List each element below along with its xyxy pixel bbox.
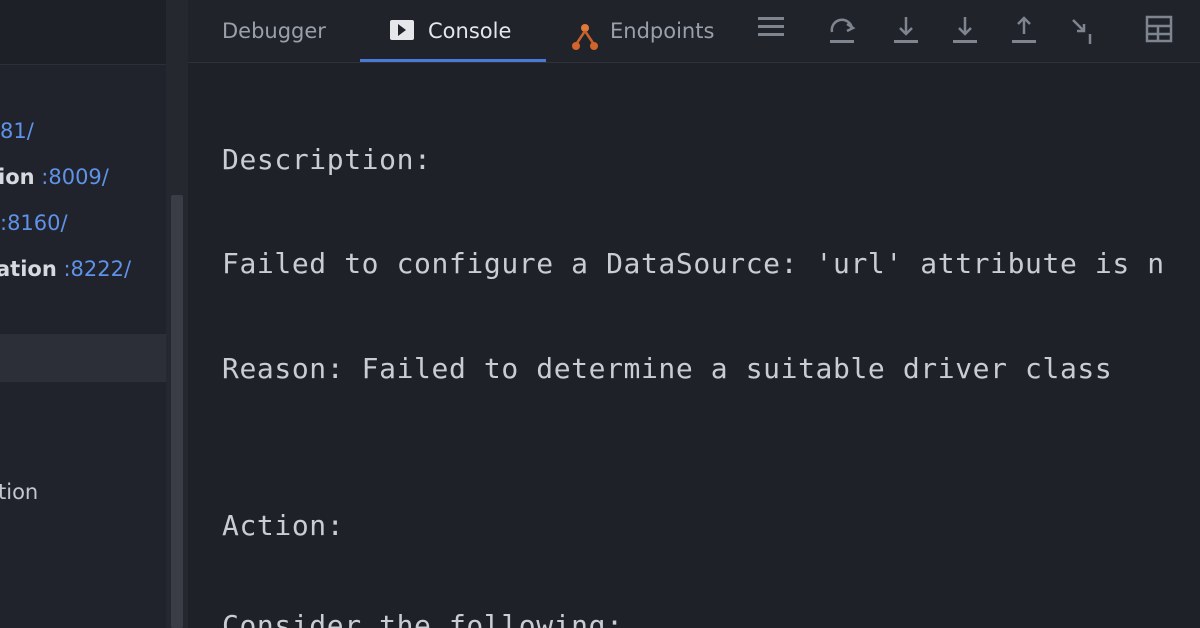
evaluate-icon[interactable]: [1143, 14, 1175, 46]
service-group-label[interactable]: tion: [0, 480, 38, 504]
services-panel: 81/ ion :8009/ :8160/ ation :8222/ tion: [0, 0, 166, 628]
tab-endpoints[interactable]: Endpoints: [570, 0, 714, 62]
service-item[interactable]: :8160/: [0, 208, 166, 238]
service-port-link[interactable]: :8222/: [63, 257, 131, 281]
service-name: ation: [0, 257, 57, 281]
run-to-cursor-icon[interactable]: [1068, 14, 1100, 46]
active-tab-indicator: [360, 59, 546, 62]
ide-window: 81/ ion :8009/ :8160/ ation :8222/ tion …: [0, 0, 1200, 628]
services-scrollbar[interactable]: [166, 0, 188, 628]
service-item[interactable]: ion :8009/: [0, 162, 164, 192]
console-icon: [390, 20, 414, 40]
service-port-link[interactable]: :8160/: [0, 211, 68, 235]
console-line: Reason: Failed to determine a suitable d…: [222, 352, 1113, 385]
tab-endpoints-label: Endpoints: [610, 19, 715, 43]
tab-console-label: Console: [428, 19, 512, 43]
step-over-icon[interactable]: [826, 14, 858, 46]
service-item[interactable]: 81/: [0, 116, 166, 146]
step-into-icon[interactable]: [890, 14, 922, 46]
menu-icon[interactable]: [755, 14, 787, 46]
run-toolbar: Debugger Console Endpoints: [188, 0, 1200, 63]
console-line: Consider the following:: [222, 609, 624, 628]
console-output[interactable]: Description: Failed to configure a DataS…: [188, 63, 1200, 628]
force-step-into-icon[interactable]: [949, 14, 981, 46]
console-line: Description:: [222, 143, 432, 176]
tab-debugger[interactable]: Debugger: [222, 0, 326, 62]
console-line: Action:: [222, 509, 345, 542]
service-item[interactable]: ation :8222/: [0, 254, 162, 284]
console-line: Failed to configure a DataSource: 'url' …: [222, 247, 1165, 280]
services-panel-header: [0, 0, 166, 65]
service-port-link[interactable]: 81/: [0, 119, 34, 143]
service-name: ion: [0, 165, 35, 189]
step-out-icon[interactable]: [1008, 14, 1040, 46]
selected-service-row[interactable]: [0, 334, 166, 382]
tab-console[interactable]: Console: [390, 0, 511, 62]
tab-debugger-label: Debugger: [222, 19, 326, 43]
scrollbar-thumb[interactable]: [171, 195, 183, 628]
service-port-link[interactable]: :8009/: [41, 165, 109, 189]
endpoints-icon: [570, 14, 600, 50]
